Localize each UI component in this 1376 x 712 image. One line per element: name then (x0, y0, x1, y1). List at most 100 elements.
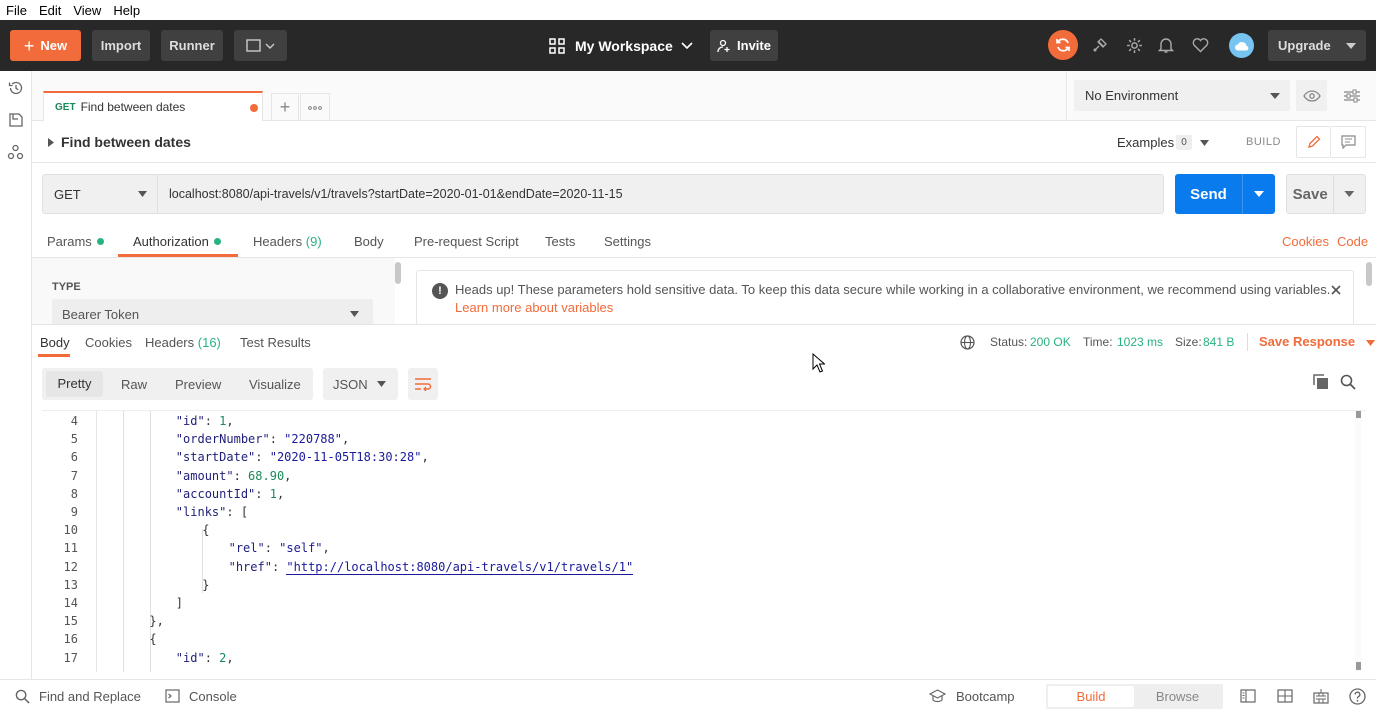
code-token: : (264, 541, 280, 556)
save-response-button[interactable]: Save Response (1259, 334, 1375, 349)
time-value[interactable]: 1023 ms (1117, 335, 1163, 349)
new-button[interactable]: + New (10, 30, 81, 61)
response-tab-body[interactable]: Body (40, 335, 70, 350)
menu-file[interactable]: File (0, 3, 33, 18)
send-button[interactable]: Send (1175, 174, 1275, 214)
examples-label[interactable]: Examples (1117, 135, 1174, 150)
new-window-button[interactable] (234, 30, 287, 61)
tab-tests[interactable]: Tests (545, 234, 575, 249)
build-mode-label: BUILD (1246, 136, 1281, 148)
url-input[interactable]: localhost:8080/api-travels/v1/travels?st… (158, 174, 1164, 214)
tab-params[interactable]: Params (47, 234, 104, 249)
apis-icon[interactable] (7, 144, 24, 161)
auth-right-scrollbar[interactable] (1366, 262, 1372, 286)
manage-environments-button[interactable] (1337, 80, 1367, 111)
code-token: : (233, 468, 249, 483)
chevron-down-icon[interactable] (1334, 191, 1365, 197)
code-line: "amount": 68.90, (176, 469, 292, 487)
status-value[interactable]: 200 OK (1030, 335, 1071, 349)
gear-icon[interactable] (1126, 37, 1143, 54)
chevron-down-icon (681, 42, 693, 50)
bootcamp-button[interactable]: Bootcamp (956, 689, 1015, 704)
bell-icon[interactable] (1158, 36, 1174, 54)
runner-button[interactable]: Runner (161, 30, 223, 61)
auth-left-scrollbar[interactable] (395, 262, 401, 284)
response-body-editor[interactable]: 4 "id": 1, 5 "orderNumber": "220788", 6 "star… (42, 410, 1366, 672)
code-line: { (202, 523, 209, 541)
layout-icon[interactable] (1277, 689, 1293, 703)
workspace-switcher[interactable]: My Workspace (549, 36, 693, 56)
line-number: 17 (63, 650, 78, 665)
environment-select[interactable]: No Environment (1074, 80, 1290, 111)
search-icon[interactable] (1340, 374, 1356, 390)
code-link[interactable]: Code (1337, 234, 1368, 249)
time-label: Time: (1083, 335, 1113, 349)
menu-help[interactable]: Help (107, 3, 146, 18)
console-button[interactable]: Console (189, 689, 237, 704)
close-icon[interactable] (1331, 285, 1341, 295)
import-button[interactable]: Import (92, 30, 150, 61)
chevron-down-icon[interactable] (1243, 191, 1275, 197)
view-mode-raw[interactable]: Raw (121, 377, 147, 392)
chevron-down-icon[interactable] (1200, 140, 1209, 146)
save-button[interactable]: Save (1286, 174, 1366, 214)
two-pane-layout-icon[interactable] (1240, 689, 1256, 703)
browse-mode-toggle[interactable]: Browse (1134, 686, 1221, 707)
user-avatar[interactable] (1229, 33, 1254, 58)
request-name[interactable]: Find between dates (61, 134, 191, 150)
request-tab-active[interactable]: GET Find between dates (43, 91, 263, 121)
code-line: "href": "http://localhost:8080/api-trave… (229, 559, 634, 578)
tab-headers[interactable]: Headers (9) (253, 234, 322, 249)
line-number: 7 (70, 468, 78, 483)
cookies-link[interactable]: Cookies (1282, 234, 1329, 249)
collections-icon[interactable] (8, 112, 24, 128)
comments-button[interactable] (1331, 126, 1366, 158)
caret-right-icon[interactable] (48, 138, 54, 147)
history-icon[interactable] (8, 80, 24, 96)
view-mode-visualize[interactable]: Visualize (249, 377, 301, 392)
response-tab-headers[interactable]: Headers (16) (145, 335, 221, 350)
tab-authorization[interactable]: Authorization (133, 234, 221, 249)
find-replace-button[interactable]: Find and Replace (39, 689, 141, 704)
code-token: "id" (175, 650, 205, 665)
editor-scrollbar-down[interactable] (1356, 662, 1361, 670)
help-icon[interactable] (1349, 688, 1366, 705)
globe-icon[interactable] (960, 335, 975, 350)
wrap-lines-button[interactable] (408, 368, 438, 400)
menu-view[interactable]: View (67, 3, 107, 18)
heart-icon[interactable] (1192, 37, 1209, 53)
editor-scrollbar-up[interactable] (1356, 411, 1361, 418)
tab-prerequest-script[interactable]: Pre-request Script (414, 234, 519, 249)
tab-body[interactable]: Body (354, 234, 384, 249)
line-number: 16 (63, 632, 78, 647)
code-token: "accountId" (175, 486, 256, 501)
method-value: GET (54, 186, 81, 202)
code-token: : (255, 450, 270, 465)
format-select[interactable]: JSON (323, 368, 398, 400)
build-mode-toggle[interactable]: Build (1048, 686, 1134, 707)
new-tab-button[interactable]: + (271, 93, 299, 121)
code-link[interactable]: "http://localhost:8080/api-travels/v1/tr… (286, 559, 634, 575)
auth-type-select[interactable]: Bearer Token (52, 299, 373, 324)
satellite-icon[interactable] (1092, 37, 1108, 53)
upgrade-button[interactable]: Upgrade (1268, 30, 1366, 61)
invite-button[interactable]: Invite (710, 30, 778, 61)
size-value[interactable]: 841 B (1203, 335, 1234, 349)
auth-panel: TYPE Bearer Token ! Heads up! These para… (32, 257, 1376, 325)
sync-button[interactable] (1048, 30, 1078, 60)
learn-more-link[interactable]: Learn more about variables (455, 300, 613, 315)
keyboard-icon[interactable] (1313, 688, 1329, 704)
view-mode-pretty[interactable]: Pretty (46, 371, 103, 397)
view-mode-preview[interactable]: Preview (175, 377, 221, 392)
tab-settings[interactable]: Settings (604, 234, 651, 249)
response-tab-test-results[interactable]: Test Results (240, 335, 311, 350)
method-select[interactable]: GET (42, 174, 158, 214)
response-tab-cookies[interactable]: Cookies (85, 335, 132, 350)
copy-icon[interactable] (1313, 374, 1329, 390)
environment-quicklook-button[interactable] (1296, 80, 1327, 111)
menu-edit[interactable]: Edit (33, 3, 67, 18)
app-header: + New Import Runner My Workspace Invite … (0, 20, 1376, 71)
edit-mode-button[interactable] (1296, 126, 1331, 158)
chevron-down-icon (138, 191, 147, 197)
tab-options-button[interactable] (300, 93, 330, 121)
